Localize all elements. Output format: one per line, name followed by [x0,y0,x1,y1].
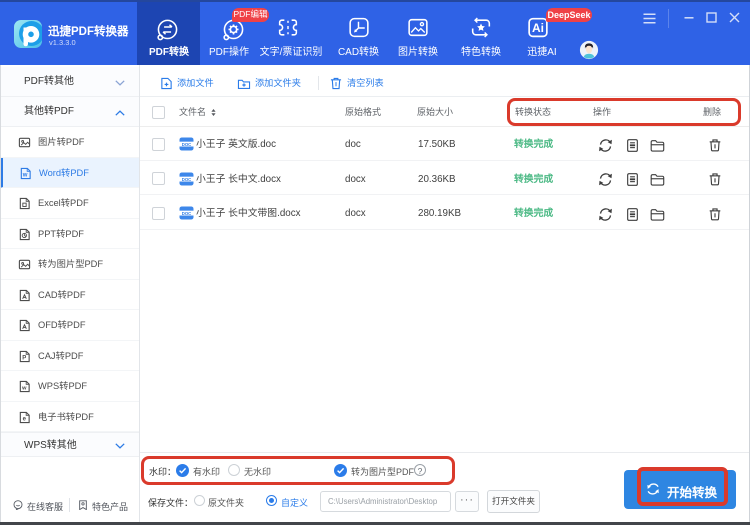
svg-text:w: w [21,385,27,391]
svg-text:DOC: DOC [182,142,192,147]
svg-text:DOC: DOC [182,211,192,216]
svg-text:DOC: DOC [182,176,192,181]
svg-text:Ai: Ai [532,21,544,35]
svg-text:e: e [23,416,27,422]
svg-text:P: P [22,355,26,361]
svg-text:w: w [22,172,28,178]
